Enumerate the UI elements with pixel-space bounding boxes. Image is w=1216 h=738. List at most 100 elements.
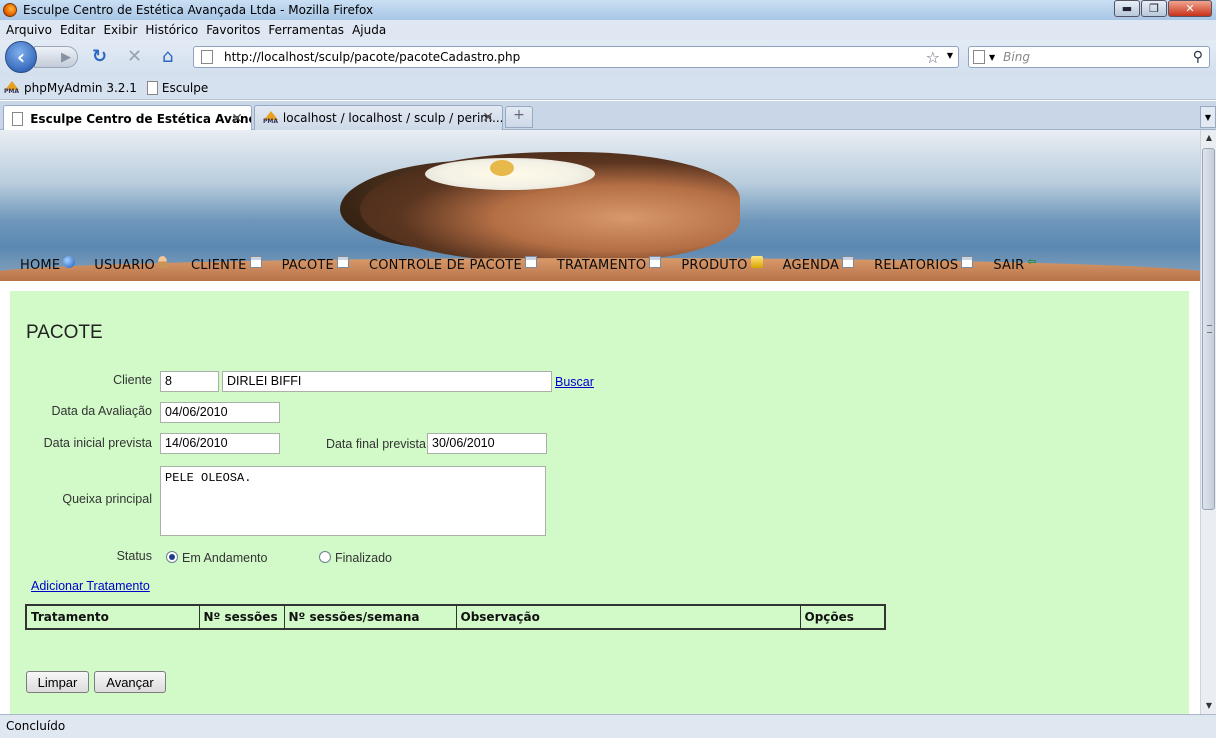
report-icon <box>961 256 974 268</box>
form-panel: PACOTE Cliente 8 DIRLEI BIFFI Buscar Dat… <box>10 291 1189 714</box>
home-icon[interactable]: ⌂ <box>162 48 173 66</box>
search-box[interactable]: ▼ Bing ⚲ <box>968 46 1210 68</box>
firefox-logo-icon <box>3 3 17 17</box>
nav-agenda[interactable]: AGENDA <box>783 256 855 273</box>
maximize-button[interactable]: ❐ <box>1141 0 1167 17</box>
menu-arquivo[interactable]: Arquivo <box>6 23 52 37</box>
status-label: Status <box>116 549 152 563</box>
status-em-andamento-label: Em Andamento <box>182 551 268 565</box>
page-icon <box>12 111 24 126</box>
tab-label: Esculpe Centro de Estética Avanç... <box>30 111 251 126</box>
search-engine-icon[interactable] <box>973 50 985 64</box>
nav-cliente[interactable]: CLIENTE <box>191 256 262 273</box>
bookmark-star-icon[interactable]: ☆ <box>926 48 940 67</box>
stop-icon[interactable]: ✕ <box>127 48 142 66</box>
tratamentos-table: Tratamento Nº sessões Nº sessões/semana … <box>25 604 886 630</box>
edit-document-icon <box>524 256 537 268</box>
nav-home-label: HOME <box>20 258 61 273</box>
col-n-sessoes-semana: Nº sessões/semana <box>283 604 457 630</box>
scrollbar-thumb[interactable] <box>1202 148 1215 510</box>
nav-home[interactable]: HOME <box>20 256 76 273</box>
cliente-id-field[interactable]: 8 <box>160 371 219 392</box>
nav-relatorios-label: RELATORIOS <box>874 258 959 273</box>
menu-bar: Arquivo Editar Exibir Histórico Favorito… <box>0 20 1216 40</box>
status-em-andamento-radio[interactable] <box>166 551 178 563</box>
tab-esculpe[interactable]: Esculpe Centro de Estética Avanç... ✕ <box>3 105 252 131</box>
nav-controle-label: CONTROLE DE PACOTE <box>368 258 522 273</box>
nav-sair[interactable]: SAIR ⇦ <box>993 255 1039 274</box>
menu-favoritos[interactable]: Favoritos <box>206 23 260 37</box>
search-engine-dropdown-icon[interactable]: ▼ <box>989 53 995 62</box>
bookmark-phpmyadmin[interactable]: phpMyAdmin 3.2.1 <box>24 81 137 95</box>
menu-exibir[interactable]: Exibir <box>103 23 137 37</box>
avancar-button[interactable]: Avançar <box>94 671 166 693</box>
new-tab-button[interactable]: + <box>505 106 533 128</box>
page-icon <box>201 50 213 64</box>
close-tab-icon[interactable]: ✕ <box>231 111 243 127</box>
limpar-button[interactable]: Limpar <box>26 671 89 693</box>
search-icon[interactable]: ⚲ <box>1193 49 1203 65</box>
menu-ajuda[interactable]: Ajuda <box>352 23 386 37</box>
calendar-icon <box>842 256 855 268</box>
col-tratamento: Tratamento <box>25 604 200 630</box>
back-icon[interactable]: ‹ <box>5 41 37 73</box>
data-final-field[interactable]: 30/06/2010 <box>427 433 547 454</box>
nav-tratamento[interactable]: TRATAMENTO <box>557 256 662 273</box>
nav-cliente-label: CLIENTE <box>190 258 247 273</box>
scroll-down-icon[interactable]: ▼ <box>1201 698 1216 714</box>
scrollbar-grip <box>1207 325 1212 333</box>
data-avaliacao-field[interactable]: 04/06/2010 <box>160 402 280 423</box>
close-tab-icon[interactable]: ✕ <box>482 110 494 126</box>
forward-icon[interactable]: ▶ <box>34 46 78 68</box>
exit-icon: ⇦ <box>1027 255 1037 268</box>
nav-produto[interactable]: PRODUTO <box>681 256 763 273</box>
nav-pacote[interactable]: PACOTE <box>282 256 349 273</box>
nav-relatorios[interactable]: RELATORIOS <box>874 256 974 273</box>
queixa-label: Queixa principal <box>62 492 152 506</box>
menu-ferramentas[interactable]: Ferramentas <box>268 23 344 37</box>
status-finalizado-label: Finalizado <box>335 551 392 565</box>
scroll-up-icon[interactable]: ▲ <box>1201 130 1216 146</box>
nav-agenda-label: AGENDA <box>782 258 840 273</box>
page-icon <box>146 80 158 95</box>
nav-produto-label: PRODUTO <box>681 258 748 273</box>
minimize-button[interactable]: ▬ <box>1114 0 1140 17</box>
nav-usuario[interactable]: USUARIO <box>94 256 167 273</box>
data-inicial-label: Data inicial prevista <box>43 436 152 450</box>
nav-pacote-label: PACOTE <box>281 258 334 273</box>
status-bar: Concluído <box>0 714 1216 738</box>
status-finalizado-radio[interactable] <box>319 551 331 563</box>
bookmark-esculpe[interactable]: Esculpe <box>162 81 208 95</box>
phpmyadmin-icon <box>4 80 20 95</box>
main-nav: HOME USUARIO CLIENTE PACOTE CONTROLE DE … <box>20 251 1039 274</box>
cliente-label: Cliente <box>113 373 152 387</box>
nav-controle-de-pacote[interactable]: CONTROLE DE PACOTE <box>369 256 537 273</box>
cliente-nome-field[interactable]: DIRLEI BIFFI <box>222 371 552 392</box>
address-bar[interactable]: http://localhost/sculp/pacote/pacoteCada… <box>193 46 959 68</box>
tab-list-dropdown-icon[interactable]: ▼ <box>1200 106 1216 128</box>
window-title-bar: Esculpe Centro de Estética Avançada Ltda… <box>0 0 1216 20</box>
menu-editar[interactable]: Editar <box>60 23 96 37</box>
queixa-textarea[interactable]: PELE OLEOSA. <box>160 466 546 536</box>
page-viewport: HOME USUARIO CLIENTE PACOTE CONTROLE DE … <box>0 130 1200 714</box>
user-icon <box>157 256 167 268</box>
col-n-sessoes: Nº sessões <box>198 604 285 630</box>
tab-label: localhost / localhost / sculp / perim... <box>282 111 502 125</box>
history-dropdown-icon[interactable]: ▼ <box>947 51 953 60</box>
reload-icon[interactable]: ↻ <box>92 48 107 66</box>
document-icon <box>649 256 662 268</box>
window-title: Esculpe Centro de Estética Avançada Ltda… <box>23 3 374 17</box>
buscar-link[interactable]: Buscar <box>555 375 594 389</box>
menu-historico[interactable]: Histórico <box>145 23 198 37</box>
col-observacao: Observação <box>455 604 801 630</box>
close-window-button[interactable]: ✕ <box>1168 0 1212 17</box>
page-title: PACOTE <box>26 322 103 343</box>
globe-icon <box>63 256 76 268</box>
bookmarks-toolbar: phpMyAdmin 3.2.1 Esculpe <box>0 76 1216 100</box>
tab-phpmyadmin[interactable]: localhost / localhost / sculp / perim...… <box>254 105 503 130</box>
navigation-toolbar: ▶ ‹ ↻ ✕ ⌂ http://localhost/sculp/pacote/… <box>0 40 1216 76</box>
products-icon <box>750 256 763 268</box>
adicionar-tratamento-link[interactable]: Adicionar Tratamento <box>31 579 150 593</box>
data-inicial-field[interactable]: 14/06/2010 <box>160 433 280 454</box>
vertical-scrollbar[interactable]: ▲ ▼ <box>1200 130 1216 714</box>
